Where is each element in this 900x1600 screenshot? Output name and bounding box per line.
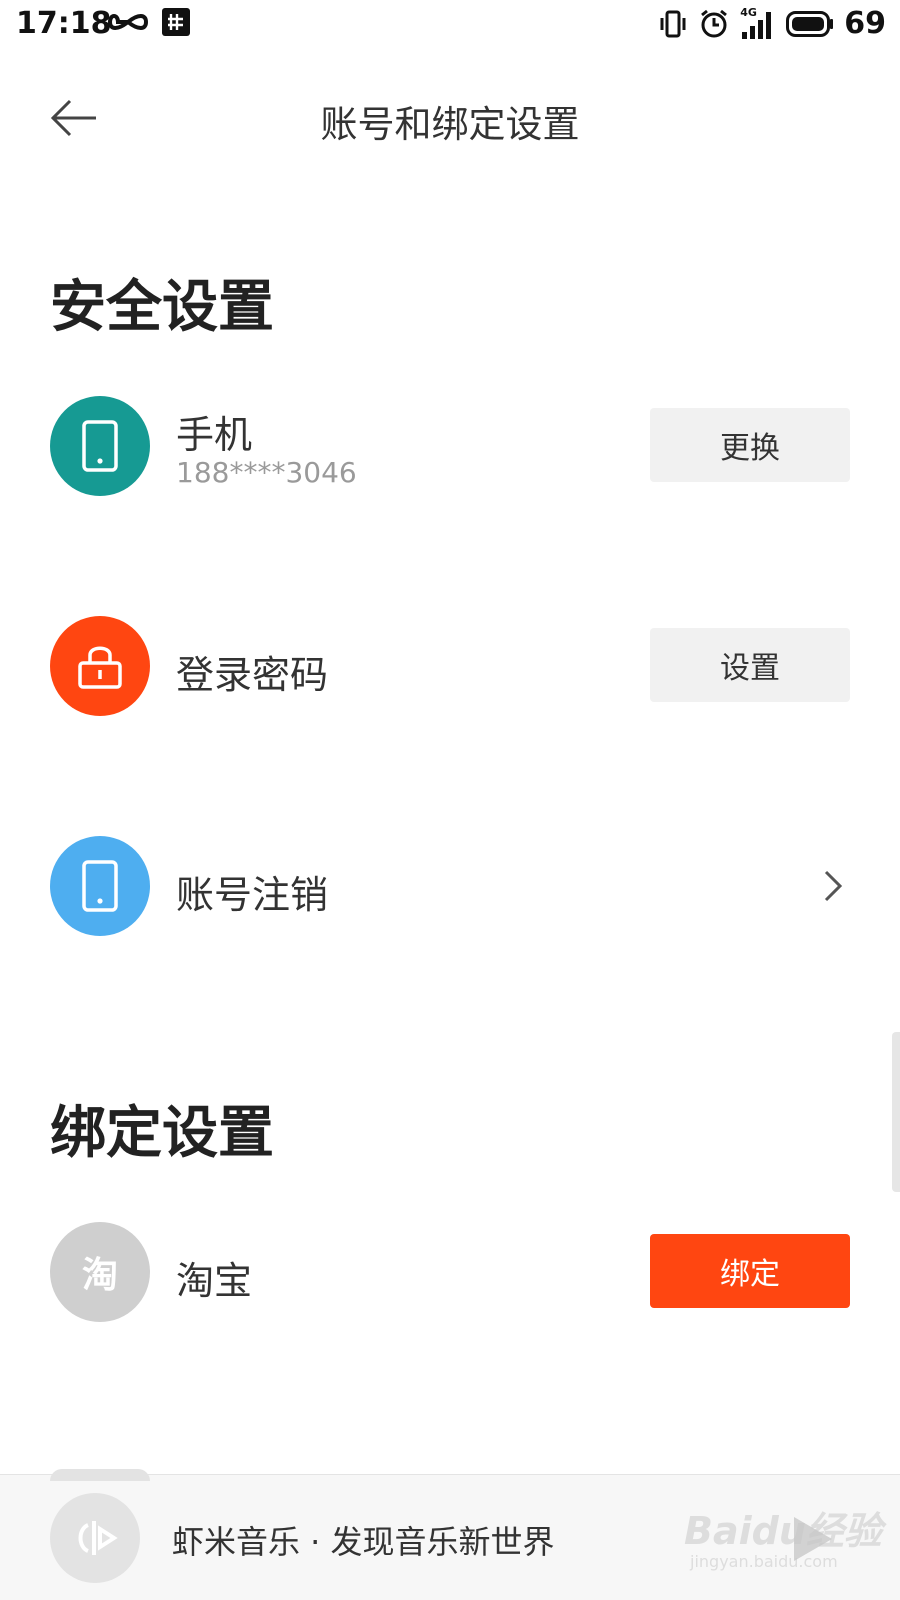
cancel-account-title: 账号注销 <box>176 873 329 917</box>
binding-heading: 绑定设置 <box>50 1101 274 1166</box>
alarm-icon <box>701 9 728 37</box>
infinity-icon <box>108 14 148 30</box>
phone-icon <box>82 420 118 472</box>
vibrate-icon <box>660 10 686 37</box>
taobao-row: 淘 淘宝 绑定 <box>0 1222 900 1322</box>
watermark-brand: Baidu经验 <box>684 1509 882 1553</box>
taobao-icon: 淘 <box>50 1222 150 1322</box>
music-cover[interactable] <box>50 1493 140 1583</box>
lock-icon-circle <box>50 616 150 716</box>
page-title: 账号和绑定设置 <box>320 103 580 146</box>
change-phone-button[interactable]: 更换 <box>650 408 850 482</box>
baidu-watermark: Baidu经验 jingyan.baidu.com <box>684 1500 882 1590</box>
next-item-peek <box>50 1469 150 1481</box>
watermark-url: jingyan.baidu.com <box>690 1552 838 1571</box>
signal-icon <box>742 11 772 39</box>
security-heading: 安全设置 <box>50 275 274 340</box>
signal-indicator: 4G <box>740 6 776 40</box>
notification-app-icon <box>162 8 190 36</box>
lock-icon <box>78 646 122 689</box>
scroll-indicator[interactable] <box>892 1032 900 1192</box>
phone-icon-circle <box>50 396 150 496</box>
phone-row: 手机 188****3046 更换 <box>0 396 900 496</box>
status-time: 17:18 <box>16 6 112 41</box>
set-password-button[interactable]: 设置 <box>650 628 850 702</box>
taobao-title: 淘宝 <box>176 1259 253 1303</box>
chevron-right-icon[interactable] <box>818 866 848 906</box>
phone-icon <box>82 860 118 912</box>
taobao-logo-glyph: 淘 <box>81 1255 118 1296</box>
phone-number: 188****3046 <box>176 456 357 489</box>
battery-icon <box>786 10 834 37</box>
phone-title: 手机 <box>176 413 253 457</box>
bind-taobao-button[interactable]: 绑定 <box>650 1234 850 1308</box>
top-bar: 账号和绑定设置 <box>0 68 900 168</box>
cancel-account-row[interactable]: 账号注销 <box>0 836 900 936</box>
music-logo-icon <box>78 1521 118 1555</box>
battery-level: 69 <box>844 6 886 41</box>
status-bar: 17:18 4G 69 <box>0 0 900 50</box>
music-banner-text: 虾米音乐 · 发现音乐新世界 <box>172 1523 555 1561</box>
password-title: 登录密码 <box>176 653 329 697</box>
password-row: 登录密码 设置 <box>0 616 900 716</box>
cancel-account-icon-circle <box>50 836 150 936</box>
